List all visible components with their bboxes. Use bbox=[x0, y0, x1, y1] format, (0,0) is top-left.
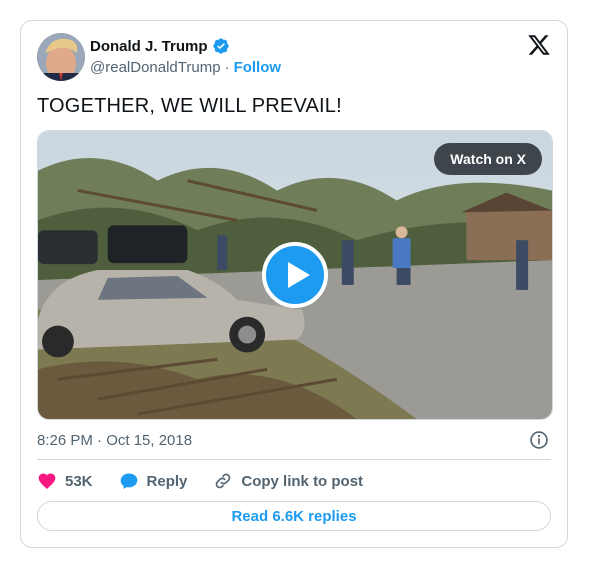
tweet-text: TOGETHER, WE WILL PREVAIL! bbox=[37, 95, 342, 117]
copy-link-label: Copy link to post bbox=[241, 472, 364, 490]
watch-on-x-button[interactable]: Watch on X bbox=[434, 143, 542, 175]
reply-bubble-icon bbox=[120, 473, 137, 489]
reply-label: Reply bbox=[146, 472, 188, 490]
avatar[interactable] bbox=[37, 33, 85, 81]
read-replies-button[interactable]: Read 6.6K replies bbox=[37, 501, 551, 531]
author-handle[interactable]: @realDonaldTrump bbox=[90, 59, 221, 76]
separator-dot: · bbox=[224, 59, 230, 76]
x-logo-icon[interactable] bbox=[527, 33, 551, 57]
likes-count: 53K bbox=[65, 472, 93, 490]
author-handle-row: @realDonaldTrump · Follow bbox=[90, 59, 281, 76]
tweet-card: Donald J. Trump @realDonaldTrump · Follo… bbox=[20, 20, 568, 548]
play-icon[interactable] bbox=[262, 242, 328, 308]
link-icon bbox=[216, 473, 231, 489]
video-media[interactable]: Watch on X bbox=[37, 130, 553, 420]
tweet-timestamp[interactable]: 8:26 PM · Oct 15, 2018 bbox=[37, 432, 192, 449]
info-icon[interactable] bbox=[529, 430, 549, 450]
follow-button[interactable]: Follow bbox=[234, 59, 282, 76]
verified-badge-icon bbox=[212, 38, 229, 54]
copy-link-button[interactable]: Copy link to post bbox=[213, 471, 363, 491]
author-name-row: Donald J. Trump bbox=[90, 37, 230, 55]
heart-icon bbox=[38, 473, 56, 489]
action-bar: 53K Reply Copy link to post bbox=[37, 471, 389, 491]
like-button[interactable]: 53K bbox=[37, 471, 93, 491]
reply-button[interactable]: Reply bbox=[119, 471, 188, 491]
avatar-image bbox=[37, 33, 85, 81]
divider bbox=[37, 459, 551, 460]
author-name[interactable]: Donald J. Trump bbox=[90, 38, 208, 55]
